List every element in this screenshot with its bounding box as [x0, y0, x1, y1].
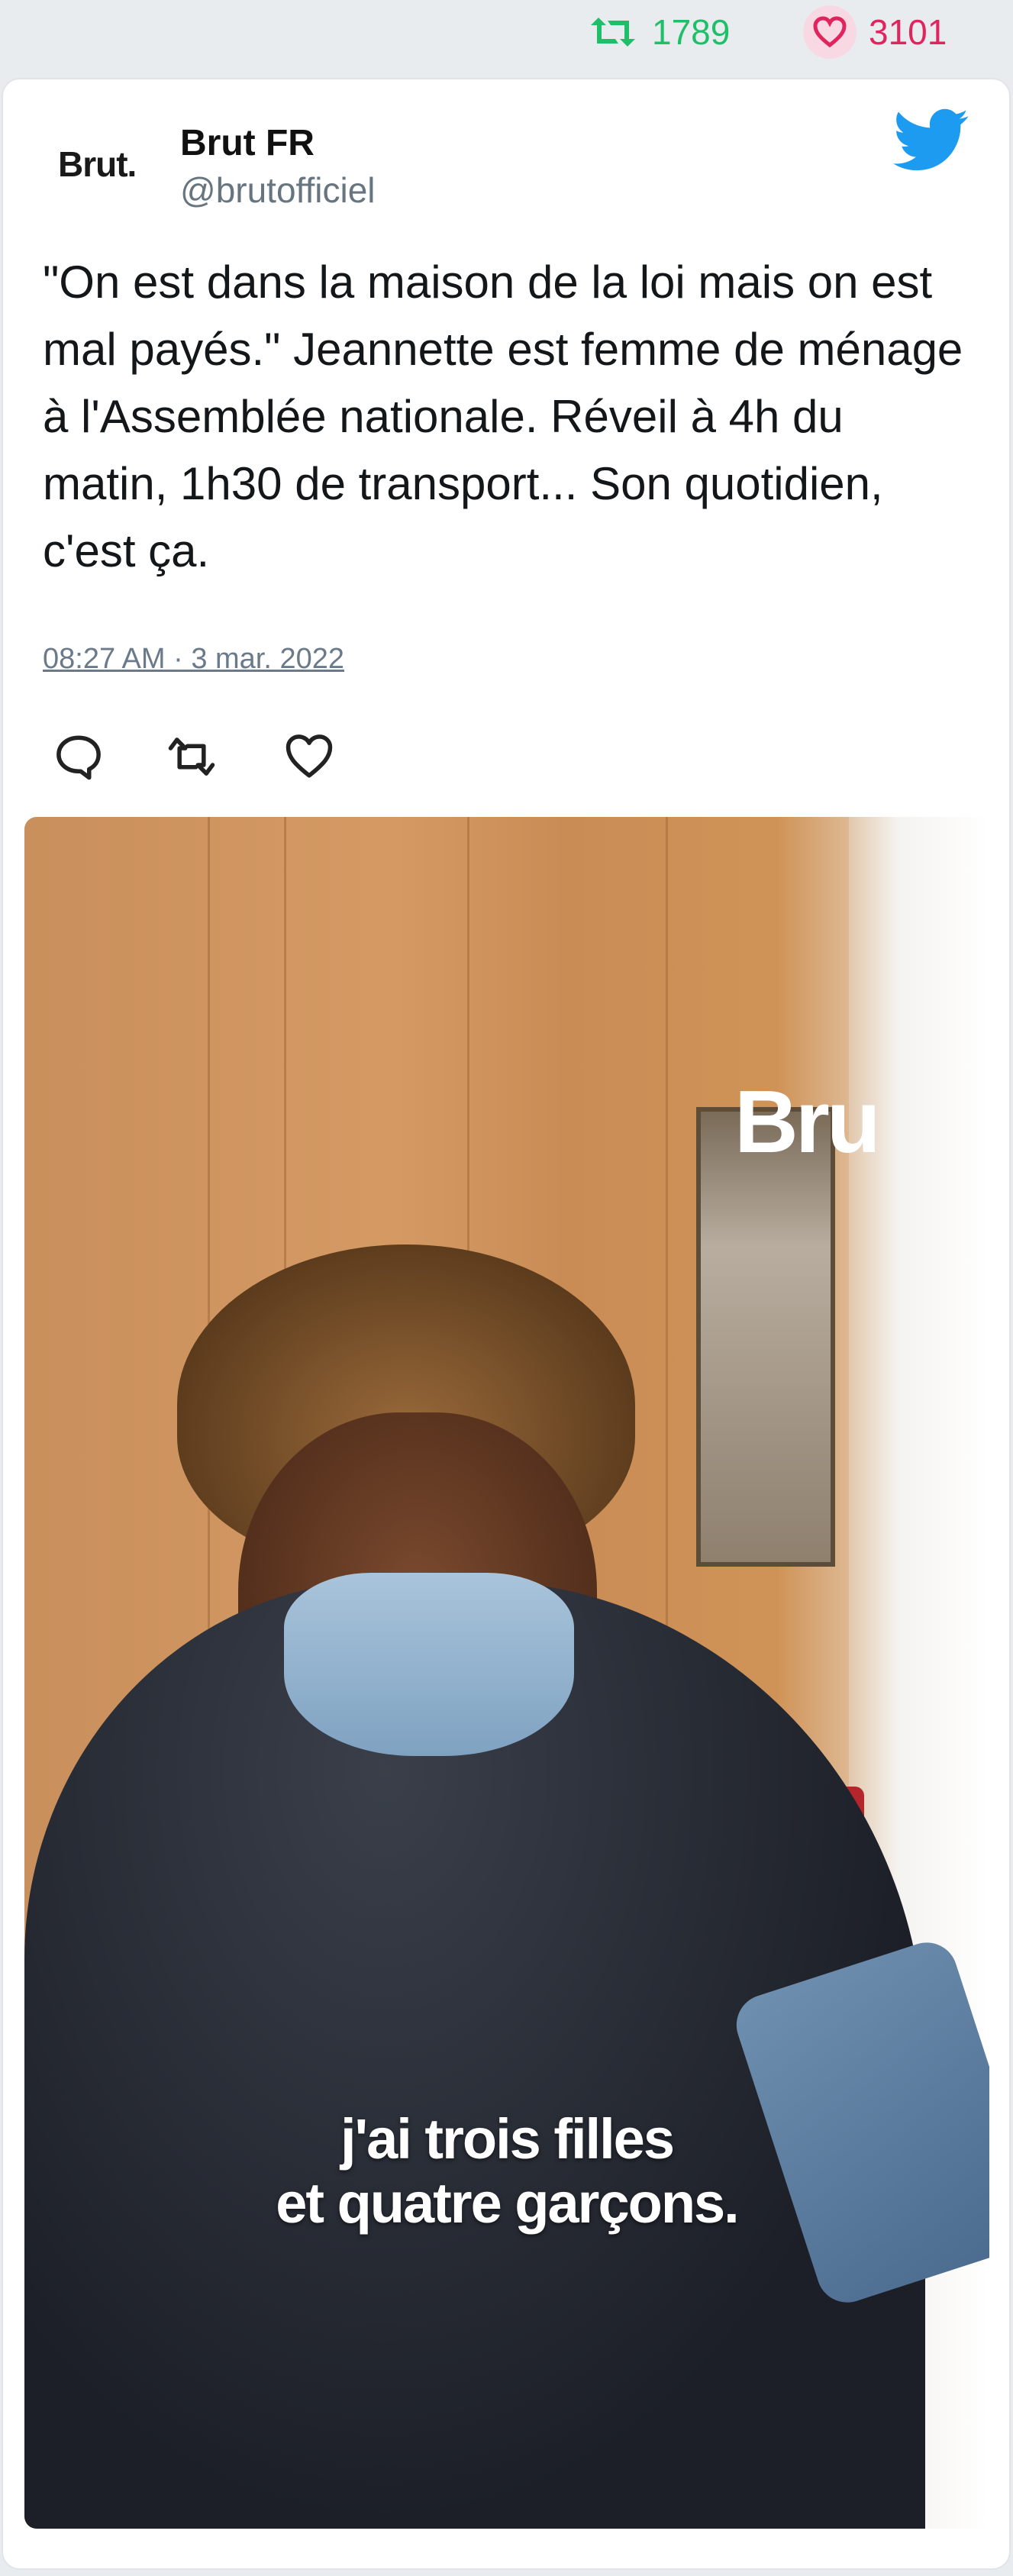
- brut-watermark: Bru: [734, 1072, 881, 1171]
- author-handle[interactable]: @brutofficiel: [180, 169, 376, 211]
- tweet-timestamp[interactable]: 08:27 AM · 3 mar. 2022: [43, 643, 344, 676]
- caption-line-1: j'ai trois filles: [340, 2107, 675, 2171]
- retweet-count[interactable]: 1789: [586, 5, 730, 60]
- like-count-value: 3101: [869, 12, 947, 52]
- retweet-count-value: 1789: [652, 12, 731, 52]
- tweet-video[interactable]: Bru j'ai trois filles et quatre garçons.: [24, 817, 989, 2529]
- reply-icon[interactable]: [53, 731, 104, 782]
- engagement-bar: 1789 3101: [0, 0, 1013, 69]
- like-count[interactable]: 3101: [803, 5, 947, 60]
- retweet-icon: [586, 5, 640, 59]
- twitter-bird-icon[interactable]: [893, 108, 969, 173]
- caption-line-2: et quatre garçons.: [276, 2171, 740, 2235]
- tweet-text: "On est dans la maison de la loi mais on…: [43, 257, 963, 576]
- heart-icon: [803, 5, 857, 59]
- author-avatar[interactable]: Brut.: [58, 144, 137, 185]
- face-mask: [284, 1573, 574, 1756]
- retweet-action-icon[interactable]: [166, 731, 217, 782]
- notice-board: [696, 1107, 835, 1567]
- video-caption: j'ai trois filles et quatre garçons.: [24, 2107, 989, 2235]
- like-icon[interactable]: [284, 731, 334, 782]
- author-name[interactable]: Brut FR: [180, 122, 315, 164]
